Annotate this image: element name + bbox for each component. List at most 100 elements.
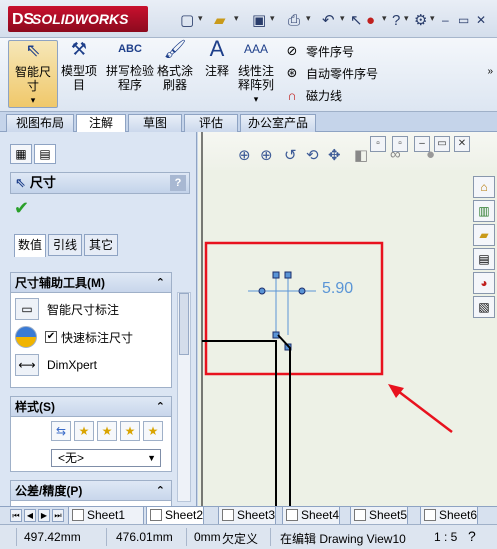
graphics-area[interactable]: ▫ ▫ – ▭ ✕ ⊕ ⊕ ↺ ⟲ ✥ ◧ ∞ ● 5.90 ⌂ ▥ ▰ ▤ ◕ <box>198 132 497 506</box>
load-style-icon[interactable]: ★ <box>143 421 163 441</box>
view-palette-icon[interactable]: ▤ <box>473 248 495 270</box>
status-y-coordinate: 476.01mm <box>116 530 173 544</box>
appearances-icon[interactable]: ◕ <box>473 272 495 294</box>
smart-dim-icon: ▭ <box>15 298 39 320</box>
help-icon[interactable]: ? <box>468 528 476 544</box>
help-button[interactable]: ? <box>170 175 186 191</box>
dimension-value[interactable]: 5.90 <box>322 280 353 298</box>
file-explorer-icon[interactable]: ▰ <box>473 224 495 246</box>
feature-tree-icon[interactable]: ▦ <box>10 144 32 164</box>
tab-annotation[interactable]: 注解 <box>76 114 126 133</box>
save-icon[interactable]: ▣ <box>252 10 266 30</box>
smart-dimension-icon: ⇖ <box>25 40 41 60</box>
chevron-down-icon[interactable]: ▾ <box>430 13 435 24</box>
open-folder-icon[interactable]: ▰ <box>214 10 226 30</box>
help-icon[interactable]: ? <box>392 10 400 30</box>
drawing-canvas <box>201 132 453 506</box>
title-bar: DS SOLIDWORKS ▢ ▾ ▰ ▾ ▣ ▾ ⎙ ▾ ↶ ▾ ↖ ● ▾ … <box>0 0 497 38</box>
linear-pattern-button[interactable]: AAA 线性注释阵列 ▾ <box>236 42 276 106</box>
add-style-icon[interactable]: ★ <box>74 421 94 441</box>
property-manager-title: 尺寸 <box>29 175 56 190</box>
smart-dim-row[interactable]: ▭ 智能尺寸标注 <box>11 295 171 323</box>
ds-logo-icon: DS <box>12 11 35 28</box>
save-style-icon[interactable]: ★ <box>120 421 140 441</box>
sheet-tab[interactable]: Sheet6 <box>420 507 478 525</box>
options-icon[interactable]: ⚙ <box>414 10 427 30</box>
ok-check-button[interactable]: ✔ <box>14 198 29 219</box>
tab-leaders[interactable]: 引线 <box>48 234 82 256</box>
chevron-down-icon[interactable]: ▾ <box>198 13 203 24</box>
tab-view-layout[interactable]: 视图布局 <box>6 114 74 132</box>
ribbon-expand-icon[interactable]: » <box>487 66 493 77</box>
sheet-tab-label: Sheet2 <box>165 508 204 522</box>
tab-evaluate[interactable]: 评估 <box>184 114 238 132</box>
status-editing: 在编辑 Drawing View10 <box>280 532 406 546</box>
sheet-tab[interactable]: Sheet3 <box>218 507 276 525</box>
status-scale[interactable]: 1 : 5 <box>434 530 457 544</box>
chevron-down-icon[interactable]: ▾ <box>270 13 275 24</box>
quick-dim-checkbox[interactable]: ✔ <box>45 331 57 343</box>
tab-other[interactable]: 其它 <box>84 234 118 256</box>
new-document-icon[interactable]: ▢ <box>180 10 194 30</box>
minimize-button[interactable]: – <box>442 10 449 30</box>
first-sheet-icon[interactable]: ⏮ <box>10 509 22 522</box>
magnet-icon: ∩ <box>287 87 297 103</box>
model-items-button[interactable]: ⚒ 模型项目 <box>60 39 98 92</box>
magnetic-line-button[interactable]: ∩ 磁力线 <box>284 86 342 104</box>
rebuild-traffic-light-icon[interactable]: ● <box>366 10 375 30</box>
sheet-tab[interactable]: Sheet1 <box>68 507 144 525</box>
previous-sheet-icon[interactable]: ◀ <box>24 509 36 522</box>
panel-scrollbar[interactable] <box>177 292 191 502</box>
next-sheet-icon[interactable]: ▶ <box>38 509 50 522</box>
style-header[interactable]: 样式(S) ⌃ <box>11 397 171 417</box>
scrollbar-thumb[interactable] <box>179 293 189 355</box>
design-library-icon[interactable]: ▥ <box>473 200 495 222</box>
chevron-down-icon[interactable]: ▾ <box>382 13 387 24</box>
property-manager-icon[interactable]: ▤ <box>34 144 56 164</box>
chevron-down-icon[interactable]: ▾ <box>404 13 409 24</box>
solidworks-logo[interactable]: DS SOLIDWORKS <box>8 6 148 32</box>
dimxpert-row[interactable]: ⟷ DimXpert <box>11 351 171 379</box>
tab-value[interactable]: 数值 <box>14 234 46 257</box>
style-select[interactable]: <无> ▼ <box>51 449 161 467</box>
chevron-down-icon[interactable]: ▾ <box>306 13 311 24</box>
tolerance-header[interactable]: 公差/精度(P) ⌃ <box>11 481 171 501</box>
format-painter-button[interactable]: 🖌 格式涂刷器 <box>156 40 194 92</box>
collapse-icon[interactable]: ⌃ <box>156 397 165 417</box>
model-items-icon: ⚒ <box>70 39 88 59</box>
sheet-tab[interactable]: Sheet5 <box>350 507 408 525</box>
status-separator <box>16 528 17 546</box>
chevron-down-icon: ▾ <box>253 94 259 104</box>
collapse-icon[interactable]: ⌃ <box>156 481 165 501</box>
solidworks-resources-icon[interactable]: ⌂ <box>473 176 495 198</box>
dim-assist-header[interactable]: 尺寸辅助工具(M) ⌃ <box>11 273 171 293</box>
tab-sketch[interactable]: 草图 <box>128 114 182 132</box>
delete-style-icon[interactable]: ★ <box>97 421 117 441</box>
smart-dimension-button[interactable]: ⇖ 智能尺寸 ▾ <box>8 40 58 108</box>
collapse-icon[interactable]: ⌃ <box>156 273 165 293</box>
last-sheet-icon[interactable]: ⏭ <box>52 509 64 522</box>
status-definition-state: 欠定义 <box>222 532 259 546</box>
panel-tabs: ▦ ▤ <box>10 144 56 164</box>
spell-checker-button[interactable]: ABC 拼写检验程序 <box>106 42 154 92</box>
select-arrow-icon[interactable]: ↖ <box>350 10 363 30</box>
custom-properties-icon[interactable]: ▧ <box>473 296 495 318</box>
apply-default-style-icon[interactable]: ⇆ <box>51 421 71 441</box>
sheet-tab-active[interactable]: Sheet2 <box>146 507 204 525</box>
balloon-button[interactable]: ⊘ 零件序号 <box>284 42 354 60</box>
sheet-icon <box>72 509 84 521</box>
note-button[interactable]: A 注释 <box>202 38 232 79</box>
dimxpert-icon: ⟷ <box>15 354 39 376</box>
status-separator <box>106 528 107 546</box>
annotation-arrow-line <box>393 387 453 433</box>
chevron-down-icon[interactable]: ▾ <box>340 13 345 24</box>
undo-icon[interactable]: ↶ <box>322 10 335 30</box>
print-icon[interactable]: ⎙ <box>288 10 300 30</box>
smart-dimension-label: 智能尺寸 <box>14 65 51 93</box>
close-button[interactable]: ✕ <box>476 10 486 30</box>
sheet-tab[interactable]: Sheet4 <box>282 507 340 525</box>
auto-balloon-button[interactable]: ⊛ 自动零件序号 <box>284 64 378 82</box>
tab-office-products[interactable]: 办公室产品 <box>240 114 316 132</box>
restore-button[interactable]: ▭ <box>458 10 469 30</box>
chevron-down-icon[interactable]: ▾ <box>234 13 239 24</box>
